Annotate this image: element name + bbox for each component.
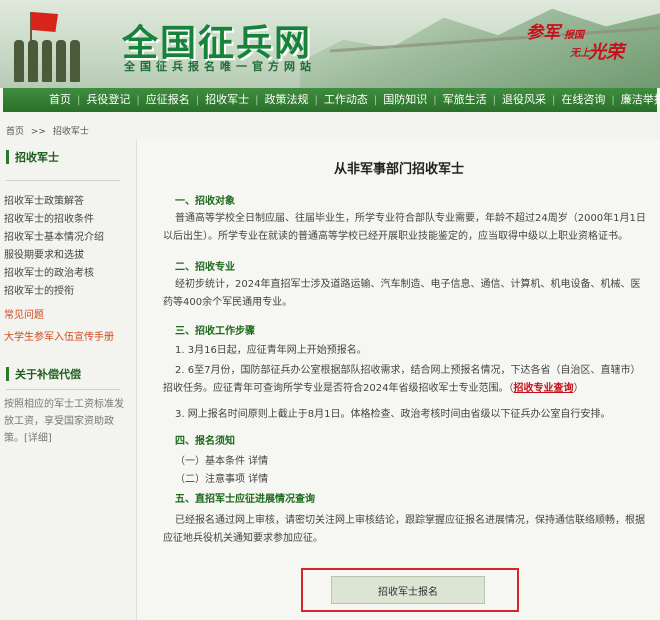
nav-online-consult[interactable]: 在线咨询 [555,88,611,112]
nav-veterans[interactable]: 退役风采 [496,88,552,112]
main-content: 从非军事部门招收军士 一、招收对象 普通高等学校全日制应届、往届毕业生，所学专业… [136,140,660,620]
major-query-link[interactable]: 招收专业查询 [513,383,573,394]
sidebar-item-faq[interactable]: 常见问题 [0,305,126,327]
sidebar: 招收军士 招收军士政策解答 招收军士的招收条件 招收军士基本情况介绍 服役期要求… [0,148,126,447]
divider [6,180,120,181]
sidebar-section-header: 招收军士 [0,148,126,166]
sidebar-item-service-term[interactable]: 服役期要求和选拔 [0,247,126,265]
page-title: 从非军事部门招收军士 [333,162,464,177]
slogan-part: 报国 [564,30,584,41]
section-paragraph: 1. 3月16日起，应征青年网上开始预报名。 [175,345,367,356]
nav-defense-knowledge[interactable]: 国防知识 [377,88,433,112]
nav-registration[interactable]: 兵役登记 [80,88,136,112]
sidebar-section-title: 招收军士 [15,151,59,164]
sidebar-section-title: 关于补偿代偿 [15,368,81,381]
notice-precautions[interactable]: （二）注意事项 详情 [175,470,268,485]
section-heading: 四、报名须知 [175,436,235,447]
flag-icon [32,12,58,32]
section-heading: 三、招收工作步骤 [175,326,255,337]
sidebar-item-handbook[interactable]: 大学生参军入伍宣传手册 [0,327,126,349]
link-paren: ） [573,383,584,394]
sidebar-item-political-review[interactable]: 招收军士的政治考核 [0,265,126,283]
nav-enlist-apply[interactable]: 应征报名 [140,88,196,112]
notice-basic-conditions[interactable]: （一）基本条件 详情 [175,452,268,467]
section-paragraph: 经初步统计，2024年直招军士涉及道路运输、汽车制造、电子信息、通信、计算机、机… [163,279,641,308]
nav-news[interactable]: 工作动态 [318,88,374,112]
sidebar-compensation-text: 按照相应的军士工资标准发放工资，享受国家资助政策。[详细] [4,399,124,444]
breadcrumb-separator: >> [30,127,46,137]
section-bar-icon [6,367,9,381]
sidebar-item-rank[interactable]: 招收军士的授衔 [0,283,126,301]
nav-home[interactable]: 首页 [43,88,77,112]
section-heading: 二、招收专业 [175,262,235,273]
breadcrumb-home[interactable]: 首页 [6,127,24,137]
nav-nco-recruit[interactable]: 招收军士 [199,88,255,112]
slogan-part: 光荣 [588,42,624,63]
divider [6,389,120,390]
sidebar-item-policy-faq[interactable]: 招收军士政策解答 [0,193,126,211]
section-paragraph: 普通高等学校全日制应届、往届毕业生，所学专业符合部队专业需要，年龄不超过24周岁… [163,213,646,242]
nav-policy[interactable]: 政策法规 [259,88,315,112]
breadcrumb-current: 招收军士 [52,127,89,137]
slogan-part: 参军 [526,23,560,43]
nco-apply-button[interactable]: 招收军士报名 [331,576,485,604]
section-paragraph: 2. 6至7月份，国防部征兵办公室根据部队招收需求，结合网上预报名情况，下达各省… [163,362,649,398]
sidebar-item-conditions[interactable]: 招收军士的招收条件 [0,211,126,229]
sidebar-item-intro[interactable]: 招收军士基本情况介绍 [0,229,126,247]
site-banner: 全国征兵网 全国征兵报名唯一官方网站 参军 报国 无上 光荣 [0,0,660,88]
section-paragraph: 3. 网上报名时间原则上截止于8月1日。体格检查、政治考核时间由省级以下征兵办公… [175,409,611,420]
section-heading: 五、直招军士应征进展情况查询 [175,494,315,505]
slogan-part: 无上 [570,48,590,59]
breadcrumb: 首页 >> 招收军士 [6,124,93,137]
sidebar-section-header: 关于补偿代偿 [0,365,126,383]
section-bar-icon [6,150,9,164]
nav-military-life[interactable]: 军旅生活 [437,88,493,112]
nav-report[interactable]: 廉洁举报 [615,88,660,112]
slogan: 参军 报国 无上 光荣 [526,16,636,72]
section-paragraph: 已经报名通过网上审核，请密切关注网上审核结论，跟踪掌握应征报名进展情况，保持通信… [163,515,645,544]
section-heading: 一、招收对象 [175,196,235,207]
site-subtitle: 全国征兵报名唯一官方网站 [124,60,316,73]
soldiers-flag-graphic [0,0,110,88]
main-nav: 首页 | 兵役登记 | 应征报名 | 招收军士 | 政策法规 | 工作动态 | 国防知识 | … [3,88,660,112]
